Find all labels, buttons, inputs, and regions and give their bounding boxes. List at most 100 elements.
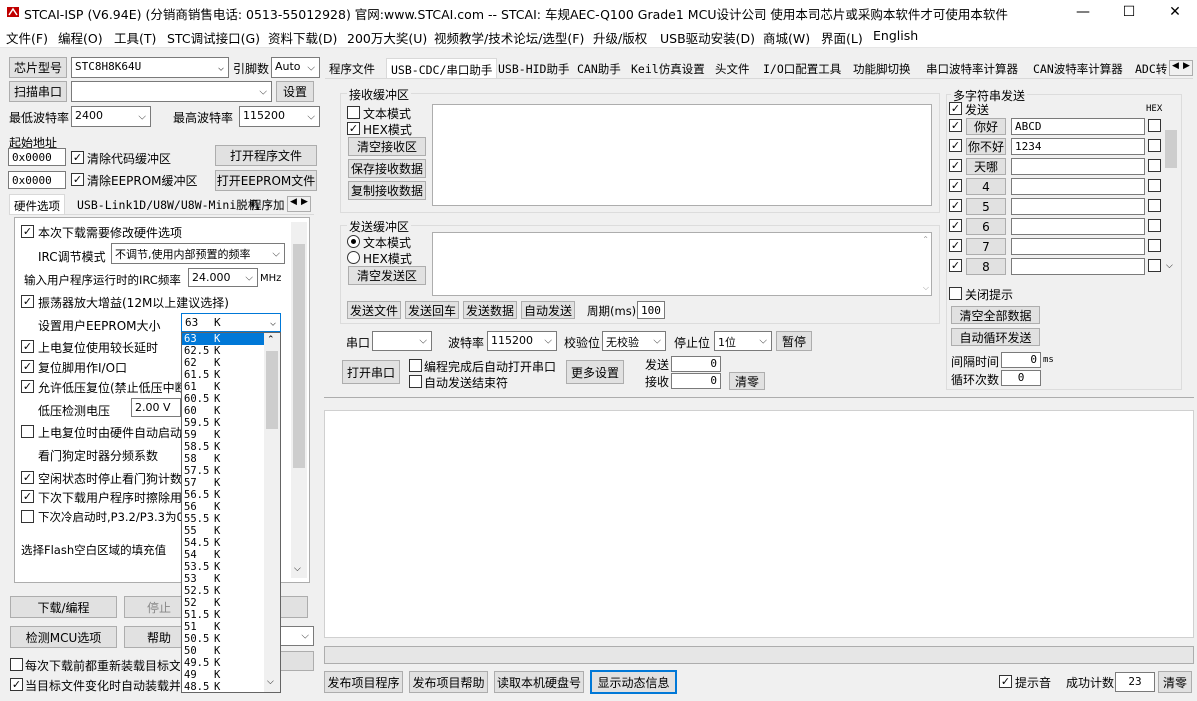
parity-select[interactable]: 无校验 ⌵ [602,331,666,351]
minimize-button[interactable]: — [1060,0,1106,24]
cold-start-checkbox[interactable] [21,510,34,523]
tab-adc[interactable]: ADC转 [1131,58,1171,78]
multi-send-all-checkbox[interactable]: ✓ [949,102,962,115]
multi-row-send-button[interactable]: 6 [966,218,1006,235]
period-input[interactable]: 100 [637,301,665,319]
irc-freq-select[interactable]: 24.000 ⌵ [188,268,258,287]
send-enter-button[interactable]: 发送回车 [405,301,459,319]
lvr-checkbox[interactable]: ✓ [21,380,34,393]
tab-usb-hid[interactable]: USB-HID助手 [494,58,573,78]
auto-send-button[interactable]: 自动发送 [521,301,575,319]
multi-row-hex-checkbox[interactable] [1148,179,1161,192]
read-disk-button[interactable]: 读取本机硬盘号 [494,671,584,693]
multi-row-checkbox[interactable]: ✓ [949,199,962,212]
publish-help-button[interactable]: 发布项目帮助 [409,671,488,693]
tab-scroll[interactable]: ◀ ▶ [287,196,311,212]
send-text-mode-radio[interactable] [347,235,360,248]
tab-can-baud[interactable]: CAN波特率计算器 [1029,58,1127,78]
clear-all-button[interactable]: 清空全部数据 [951,306,1040,324]
multi-row-checkbox[interactable]: ✓ [949,179,962,192]
long-reset-delay-checkbox[interactable]: ✓ [21,340,34,353]
open-eeprom-file-button[interactable]: 打开EEPROM文件 [215,170,317,191]
multi-row-hex-checkbox[interactable] [1148,199,1161,212]
eeprom-size-dropdown[interactable]: 63 K 62.5 K 62 K 61.5 K 61 K 60.5 K 60 K 59.5 K 59 K 58.5 K… [181,332,281,693]
eeprom-size-select[interactable]: 63 K ⌵ [181,313,281,332]
wdt-auto-checkbox[interactable] [21,425,34,438]
recv-text-mode-checkbox[interactable] [347,106,360,119]
multi-row-hex-checkbox[interactable] [1148,219,1161,232]
receive-textarea[interactable] [432,104,932,206]
open-program-file-button[interactable]: 打开程序文件 [215,145,317,166]
reload-change-checkbox[interactable]: ✓ [10,678,23,691]
multi-row-input[interactable] [1011,198,1145,215]
tab-program-add[interactable]: 程序加 [246,194,289,214]
clear-eeprom-checkbox[interactable]: ✓ [71,173,84,186]
menu-shop[interactable]: 商城(W) [763,28,810,47]
multi-row-checkbox[interactable]: ✓ [949,259,962,272]
reset-io-checkbox[interactable]: ✓ [21,360,34,373]
erase-eeprom-checkbox[interactable]: ✓ [21,490,34,503]
clear-send-button[interactable]: 清空发送区 [348,266,426,285]
more-settings-button[interactable]: 更多设置 [566,360,624,384]
menu-file[interactable]: 文件(F) [6,28,48,47]
tab-can[interactable]: CAN助手 [573,58,625,78]
pins-select[interactable]: Auto ⌵ [271,57,320,78]
chip-model-button[interactable]: 芯片型号 [9,57,67,78]
settings-button[interactable]: 设置 [276,81,314,102]
menu-upgrade[interactable]: 升级/版权 [593,28,647,47]
output-log[interactable] [324,410,1194,638]
splitter[interactable] [324,397,1194,402]
osc-gain-checkbox[interactable]: ✓ [21,295,34,308]
show-dynamic-info-button[interactable]: 显示动态信息 [590,670,677,694]
tab-pin-switch[interactable]: 功能脚切换 [849,58,915,78]
send-file-button[interactable]: 发送文件 [347,301,401,319]
multi-row-checkbox[interactable]: ✓ [949,159,962,172]
multi-row-hex-checkbox[interactable] [1148,259,1161,272]
send-data-button[interactable]: 发送数据 [463,301,517,319]
menu-usb-driver[interactable]: USB驱动安装(D) [660,28,755,47]
multi-row-send-button[interactable]: 你好 [966,118,1006,135]
multi-row-send-button[interactable]: 4 [966,178,1006,195]
multi-row-hex-checkbox[interactable] [1148,119,1161,132]
multi-row-checkbox[interactable]: ✓ [949,239,962,252]
multi-row-input[interactable] [1011,258,1145,275]
multi-row-checkbox[interactable]: ✓ [949,219,962,232]
multi-row-input[interactable] [1011,238,1145,255]
copy-receive-button[interactable]: 复制接收数据 [348,181,426,200]
multi-row-send-button[interactable]: 5 [966,198,1006,215]
menu-debug[interactable]: STC调试接口(G) [167,28,260,47]
multi-row-input[interactable]: ABCD [1011,118,1145,135]
chip-model-select[interactable]: STC8H8K64U ⌵ [71,57,229,78]
reload-each-checkbox[interactable] [10,658,23,671]
tab-io-config[interactable]: I/O口配置工具 [759,58,845,78]
download-program-button[interactable]: 下载/编程 [10,596,117,618]
open-serial-button[interactable]: 打开串口 [342,360,400,384]
pause-button[interactable]: 暂停 [776,331,812,351]
multi-row-hex-checkbox[interactable] [1148,139,1161,152]
clear-success-button[interactable]: 清零 [1158,671,1192,693]
multi-row-input[interactable] [1011,178,1145,195]
port-select[interactable]: ⌵ [71,81,272,102]
lvd-select[interactable]: 2.00 V [131,398,181,417]
options-scrollbar[interactable]: ⌵ [291,222,307,578]
menu-tools[interactable]: 工具(T) [114,28,156,47]
baud-select[interactable]: 115200 ⌵ [487,331,557,351]
multi-send-scrollbar[interactable]: ⌵ [1164,116,1178,276]
multi-row-send-button[interactable]: 你不好 [966,138,1006,155]
code-address-input[interactable]: 0x0000 [8,148,66,166]
menu-english[interactable]: English [873,28,918,43]
tab-keil[interactable]: Keil仿真设置 [627,58,709,78]
menu-video[interactable]: 视频教学/技术论坛/选型(F) [434,28,584,47]
multi-row-input[interactable] [1011,218,1145,235]
scan-port-button[interactable]: 扫描串口 [9,81,67,102]
right-tab-scroll[interactable]: ◀ ▶ [1169,60,1193,76]
eeprom-address-input[interactable]: 0x0000 [8,171,66,189]
menu-interface[interactable]: 界面(L) [821,28,863,47]
loop-count-input[interactable]: 0 [1001,370,1041,386]
tab-usb-cdc[interactable]: USB-CDC/串口助手 [386,58,498,78]
close-button[interactable]: ✕ [1152,0,1197,24]
check-mcu-button[interactable]: 检测MCU选项 [10,626,117,648]
maximize-button[interactable]: ☐ [1106,0,1152,24]
stopbits-select[interactable]: 1位 ⌵ [714,331,772,351]
modify-hw-checkbox[interactable]: ✓ [21,225,34,238]
